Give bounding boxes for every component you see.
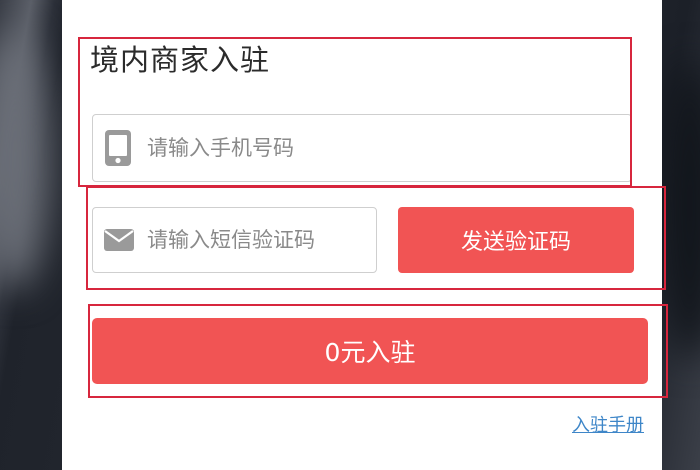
- signup-manual-link[interactable]: 入驻手册: [572, 411, 644, 437]
- backdrop-blur: [660, 60, 700, 360]
- mobile-phone-icon: [103, 129, 133, 171]
- backdrop-blur: [0, 30, 50, 290]
- envelope-icon: [103, 228, 135, 256]
- signup-button[interactable]: 0元入驻: [92, 318, 648, 384]
- send-code-button[interactable]: 发送验证码: [398, 207, 634, 273]
- sms-code-input[interactable]: [147, 208, 367, 272]
- phone-field[interactable]: [92, 114, 632, 182]
- modal-title: 境内商家入驻: [90, 43, 271, 77]
- phone-input[interactable]: [147, 115, 617, 181]
- sms-code-field[interactable]: [92, 207, 377, 273]
- merchant-signup-modal: 境内商家入驻 发送验证码 0元入驻 入驻手册: [62, 0, 662, 470]
